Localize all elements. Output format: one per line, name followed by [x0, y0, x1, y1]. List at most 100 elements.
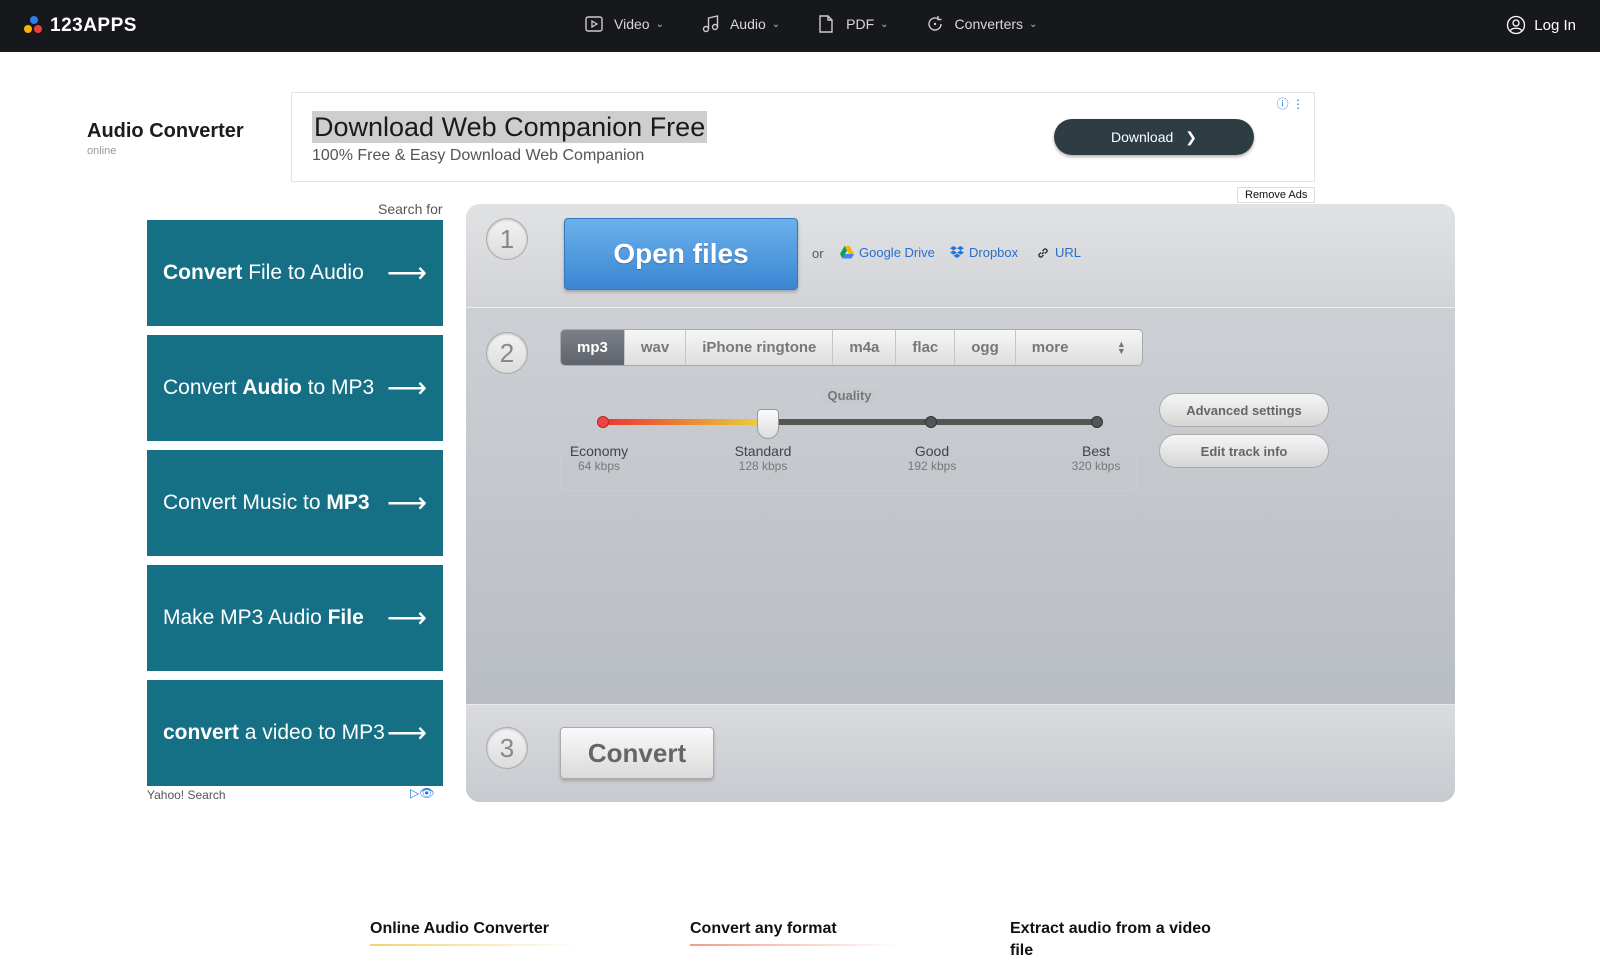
step-1-section: 1 Open files or Google Drive Dropbox URL: [466, 204, 1455, 308]
user-icon: [1507, 15, 1526, 35]
search-ad-item[interactable]: Convert Audio to MP3 ⟶: [147, 335, 443, 441]
search-for-label: Search for: [378, 201, 443, 217]
quality-stop-name: Good: [914, 443, 950, 459]
search-ad-item[interactable]: convert a video to MP3 ⟶: [147, 680, 443, 786]
ad-text-part: to MP3: [301, 376, 375, 399]
ad-info-icon[interactable]: ⓘ ⋮: [1277, 95, 1304, 112]
nav-audio[interactable]: Audio ⌄: [700, 14, 780, 34]
login-button[interactable]: Log In: [1506, 15, 1576, 35]
search-ad-item[interactable]: Convert Music to MP3 ⟶: [147, 450, 443, 556]
nav-audio-label: Audio: [729, 16, 766, 32]
yahoo-search-label: Yahoo! Search: [147, 788, 226, 802]
quality-slider-box: Quality Economy 64 kbps Standard 128 kbps …: [560, 388, 1137, 491]
quality-stop-good: Good 192 kbps: [882, 443, 982, 473]
dropbox-label: Dropbox: [969, 245, 1019, 260]
format-selector: mp3 wav iPhone ringtone m4a flac ogg mor…: [560, 329, 1143, 366]
format-wav[interactable]: wav: [625, 330, 687, 365]
converter-panel: 1 Open files or Google Drive Dropbox URL…: [466, 204, 1455, 802]
logo-text: 123APPS: [50, 15, 137, 36]
search-ad-text: Convert Audio to MP3: [163, 376, 374, 400]
ad-text-part: Convert: [163, 261, 243, 284]
main-nav: Video ⌄ Audio ⌄ PDF ⌄ Converters ⌄: [584, 14, 1037, 34]
ad-text-part: Convert: [163, 376, 243, 399]
step-number: 1: [486, 218, 528, 260]
quality-stop-economy: Economy 64 kbps: [549, 443, 649, 473]
music-note-icon: [702, 15, 719, 33]
dropbox-link[interactable]: Dropbox: [950, 245, 1018, 260]
format-iphone-ringtone[interactable]: iPhone ringtone: [686, 330, 834, 365]
feature-title: Online Audio Converter: [370, 920, 549, 937]
ad-text-part: Convert Music to: [163, 491, 327, 514]
ad-download-button[interactable]: Download ❯: [1054, 119, 1254, 155]
nav-pdf[interactable]: PDF ⌄: [816, 14, 889, 34]
search-ad-text: convert a video to MP3: [163, 721, 385, 745]
search-ad-text: Convert Music to MP3: [163, 491, 370, 515]
link-icon: [1038, 247, 1048, 258]
logo[interactable]: 123APPS: [24, 15, 137, 37]
quality-stop-kbps: 192 kbps: [907, 459, 957, 473]
step-3-section: 3 Convert: [466, 704, 1455, 802]
ad-download-label: Download: [1111, 129, 1174, 145]
search-ad-text: Convert File to Audio: [163, 261, 364, 285]
format-flac[interactable]: flac: [896, 330, 956, 365]
ad-banner[interactable]: Download Web Companion Free 100% Free & …: [291, 92, 1315, 182]
format-more-dropdown[interactable]: more ▲ ▼: [1016, 330, 1142, 365]
quality-slider-thumb[interactable]: [756, 409, 779, 439]
chevron-down-icon: ⌄: [1029, 18, 1038, 30]
feature-underline: [370, 944, 580, 946]
or-label: or: [812, 246, 824, 261]
open-files-button[interactable]: Open files: [564, 218, 798, 290]
arrow-right-icon: ⟶: [386, 372, 427, 403]
chevron-down-icon: ⌄: [655, 18, 664, 30]
quality-stop-standard: Standard 128 kbps: [713, 443, 813, 473]
format-ogg[interactable]: ogg: [955, 330, 1016, 365]
convert-button[interactable]: Convert: [560, 727, 714, 779]
search-ad-text: Make MP3 Audio File: [163, 606, 364, 630]
feature-title: Extract audio from a video file: [1010, 920, 1211, 959]
search-ad-item[interactable]: Make MP3 Audio File ⟶: [147, 565, 443, 671]
sort-arrows-icon: ▲ ▼: [1116, 338, 1126, 356]
slider-stop[interactable]: [1091, 416, 1103, 428]
nav-converters[interactable]: Converters ⌄: [925, 14, 1038, 34]
google-drive-link[interactable]: Google Drive: [840, 245, 935, 260]
logo-icon: [24, 16, 44, 36]
page-subtitle: online: [87, 145, 117, 157]
ad-text-part: MP3: [326, 491, 370, 514]
advanced-settings-button[interactable]: Advanced settings: [1159, 393, 1329, 427]
ad-text-part: File to Audio: [242, 261, 364, 284]
search-ad-item[interactable]: Convert File to Audio ⟶: [147, 220, 443, 326]
adchoices-icon[interactable]: ▷👁: [410, 786, 434, 800]
chevron-right-icon: ❯: [1185, 128, 1197, 145]
quality-stop-name: Standard: [734, 443, 792, 459]
slider-stop[interactable]: [925, 416, 937, 428]
remove-ads-button[interactable]: Remove Ads: [1237, 187, 1316, 203]
quality-slider-fill: [603, 419, 768, 425]
ad-text-part: Make MP3 Audio: [163, 606, 328, 629]
step-number: 2: [486, 332, 528, 374]
format-more-label: more: [1031, 339, 1069, 356]
arrow-right-icon: ⟶: [386, 602, 427, 633]
url-link[interactable]: URL: [1036, 245, 1081, 260]
quality-stop-best: Best 320 kbps: [1046, 443, 1146, 473]
ad-text-part: Audio: [242, 376, 302, 399]
feature-underline: [690, 944, 900, 946]
slider-stop[interactable]: [597, 416, 609, 428]
top-navbar: 123APPS Video ⌄ Audio ⌄ PDF ⌄ Converters…: [0, 0, 1600, 52]
format-m4a[interactable]: m4a: [833, 330, 897, 365]
google-drive-icon: [840, 246, 854, 259]
quality-stop-kbps: 128 kbps: [738, 459, 788, 473]
arrow-right-icon: ⟶: [386, 717, 427, 748]
edit-track-info-button[interactable]: Edit track info: [1159, 434, 1329, 468]
video-icon: [585, 16, 603, 32]
quality-slider-track[interactable]: [597, 409, 1103, 439]
ad-text-part: a video to MP3: [238, 721, 385, 744]
quality-stop-kbps: 64 kbps: [577, 459, 621, 473]
arrow-right-icon: ⟶: [386, 257, 427, 288]
chevron-down-icon: ⌄: [771, 18, 781, 30]
ad-description: 100% Free & Easy Download Web Companion: [312, 147, 645, 164]
nav-video-label: Video: [614, 16, 650, 32]
nav-video[interactable]: Video ⌄: [584, 14, 664, 34]
nav-converters-label: Converters: [954, 16, 1024, 32]
ad-headline[interactable]: Download Web Companion Free: [312, 111, 708, 143]
format-mp3[interactable]: mp3: [561, 330, 625, 365]
